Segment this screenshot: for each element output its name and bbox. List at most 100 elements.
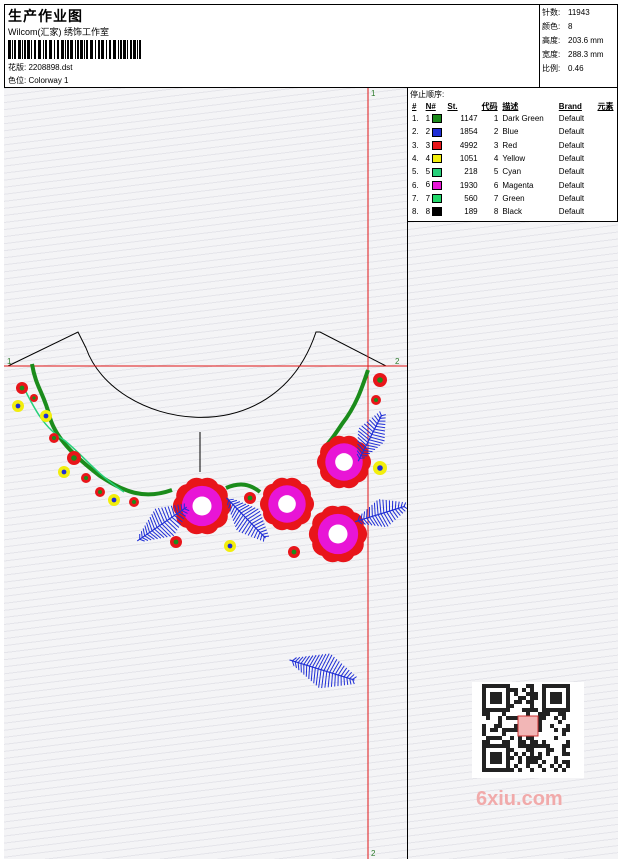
barcode-bar bbox=[49, 40, 52, 59]
bud bbox=[373, 461, 387, 475]
thread-col-header: 代码 bbox=[481, 101, 498, 111]
thread-col-header: Brand bbox=[558, 101, 582, 111]
thread-stitches: 560 bbox=[464, 193, 478, 203]
bud bbox=[49, 433, 59, 443]
bud bbox=[170, 536, 182, 548]
thread-element bbox=[595, 205, 618, 218]
colorway-value: Colorway 1 bbox=[28, 76, 69, 85]
barcode-bar bbox=[70, 40, 73, 59]
page-title: 生产作业图 bbox=[8, 8, 83, 24]
thread-row[interactable]: 7. 7 560 7 Green Default bbox=[410, 192, 618, 205]
thread-index: 1. bbox=[412, 114, 419, 124]
flower bbox=[316, 435, 372, 489]
barcode-bar bbox=[139, 40, 141, 59]
barcode-bar bbox=[77, 40, 79, 59]
thread-element bbox=[595, 139, 618, 152]
thread-description: Red bbox=[502, 140, 518, 150]
thread-row[interactable]: 6. 6 1930 6 Magenta Default bbox=[410, 178, 618, 191]
bud bbox=[224, 540, 236, 552]
barcode-bar bbox=[34, 40, 36, 59]
watermark-text: 6xiu.com bbox=[476, 788, 563, 810]
barcode-bar bbox=[22, 40, 23, 59]
thread-description: Yellow bbox=[502, 154, 526, 164]
bud bbox=[129, 497, 139, 507]
flower bbox=[259, 477, 315, 531]
barcode-bar bbox=[90, 40, 93, 59]
design-scale: 比例: 0.46 bbox=[542, 64, 584, 73]
thread-description: Green bbox=[502, 193, 525, 203]
design-height: 高度: 203.6 mm bbox=[542, 36, 604, 45]
thread-table: # N# St. 代码 描述 Brand 元素 1. 1 1147 1 Dark Green Def… bbox=[410, 100, 618, 218]
guide-marker-bottom: 2 bbox=[371, 849, 376, 858]
bud bbox=[81, 473, 91, 483]
bud bbox=[16, 382, 28, 394]
barcode-bar bbox=[95, 40, 96, 59]
barcode-bar bbox=[84, 40, 85, 59]
barcode-bar bbox=[130, 40, 132, 59]
thread-color-swatch bbox=[432, 127, 443, 137]
bud bbox=[371, 395, 381, 405]
thread-stitches: 1147 bbox=[460, 114, 478, 124]
thread-brand: Default bbox=[558, 127, 585, 137]
thread-description: Dark Green bbox=[502, 114, 544, 124]
barcode-bar bbox=[43, 40, 44, 59]
thread-row[interactable]: 1. 1 1147 1 Dark Green Default bbox=[410, 112, 618, 125]
barcode-bar bbox=[67, 40, 69, 59]
left-thin-stem bbox=[23, 387, 125, 493]
barcode-bar bbox=[75, 40, 76, 59]
bud bbox=[95, 487, 105, 497]
thread-col-header: 元素 bbox=[597, 101, 614, 111]
barcode-bar bbox=[38, 40, 41, 59]
thread-description: Blue bbox=[502, 127, 519, 137]
barcode-bar bbox=[120, 40, 122, 59]
bud bbox=[40, 410, 52, 422]
design-width: 宽度: 288.3 mm bbox=[542, 50, 604, 59]
thread-row[interactable]: 2. 2 1854 2 Blue Default bbox=[410, 125, 618, 138]
stop-sequence-title: 停止顺序: bbox=[410, 90, 445, 99]
bud bbox=[108, 494, 120, 506]
header-info: 生产作业图 Wilcom(汇家) 绣饰工作室 花版: 2208898.dst 色… bbox=[4, 4, 540, 88]
thread-stitches: 1051 bbox=[459, 154, 478, 164]
thread-code: 8 bbox=[493, 207, 499, 217]
thread-col-header: St. bbox=[447, 101, 458, 111]
thread-table-header: # N# St. 代码 描述 Brand 元素 bbox=[410, 100, 618, 112]
thread-index: 5. bbox=[412, 167, 419, 177]
guide-marker-top: 1 bbox=[371, 89, 376, 98]
thread-color-swatch bbox=[432, 180, 443, 190]
thread-element bbox=[595, 192, 618, 205]
barcode-bar bbox=[137, 40, 138, 59]
bud bbox=[67, 451, 81, 465]
barcode-bar bbox=[127, 40, 128, 59]
thread-color-swatch bbox=[432, 167, 443, 177]
thread-needle: 2 bbox=[424, 125, 446, 138]
thread-brand: Default bbox=[558, 167, 585, 177]
thread-stitches: 1930 bbox=[459, 180, 478, 190]
thread-needle: 4 bbox=[424, 152, 446, 165]
center-vine-stem bbox=[225, 482, 262, 494]
thread-element bbox=[595, 112, 618, 125]
barcode-image bbox=[8, 40, 141, 59]
barcode-bar bbox=[101, 40, 104, 59]
thread-row[interactable]: 8. 8 189 8 Black Default bbox=[410, 205, 618, 218]
thread-color-swatch bbox=[432, 114, 443, 124]
design-file-line: 花版: 2208898.dst bbox=[8, 62, 73, 73]
embroidery-preview: 1 2 1 2 bbox=[4, 88, 407, 859]
thread-row[interactable]: 3. 3 4992 3 Red Default bbox=[410, 139, 618, 152]
thread-description: Cyan bbox=[502, 167, 522, 177]
qr-code-image bbox=[472, 682, 584, 778]
thread-row[interactable]: 4. 4 1051 4 Yellow Default bbox=[410, 152, 618, 165]
thread-needle: 1 bbox=[424, 112, 446, 125]
barcode-bar bbox=[80, 40, 83, 59]
bud bbox=[288, 546, 300, 558]
thread-row[interactable]: 5. 5 218 5 Cyan Default bbox=[410, 165, 618, 178]
barcode-bar bbox=[109, 40, 111, 59]
thread-index: 4. bbox=[412, 154, 419, 164]
thread-code: 6 bbox=[493, 180, 499, 190]
thread-code: 1 bbox=[493, 114, 499, 124]
thread-color-swatch bbox=[432, 207, 443, 217]
thread-element bbox=[595, 165, 618, 178]
design-canvas[interactable]: 1 2 1 2 bbox=[4, 88, 408, 859]
colorway-label: 色位: bbox=[8, 76, 27, 85]
barcode-bar bbox=[8, 40, 11, 59]
design-file: 2208898.dst bbox=[28, 63, 73, 72]
